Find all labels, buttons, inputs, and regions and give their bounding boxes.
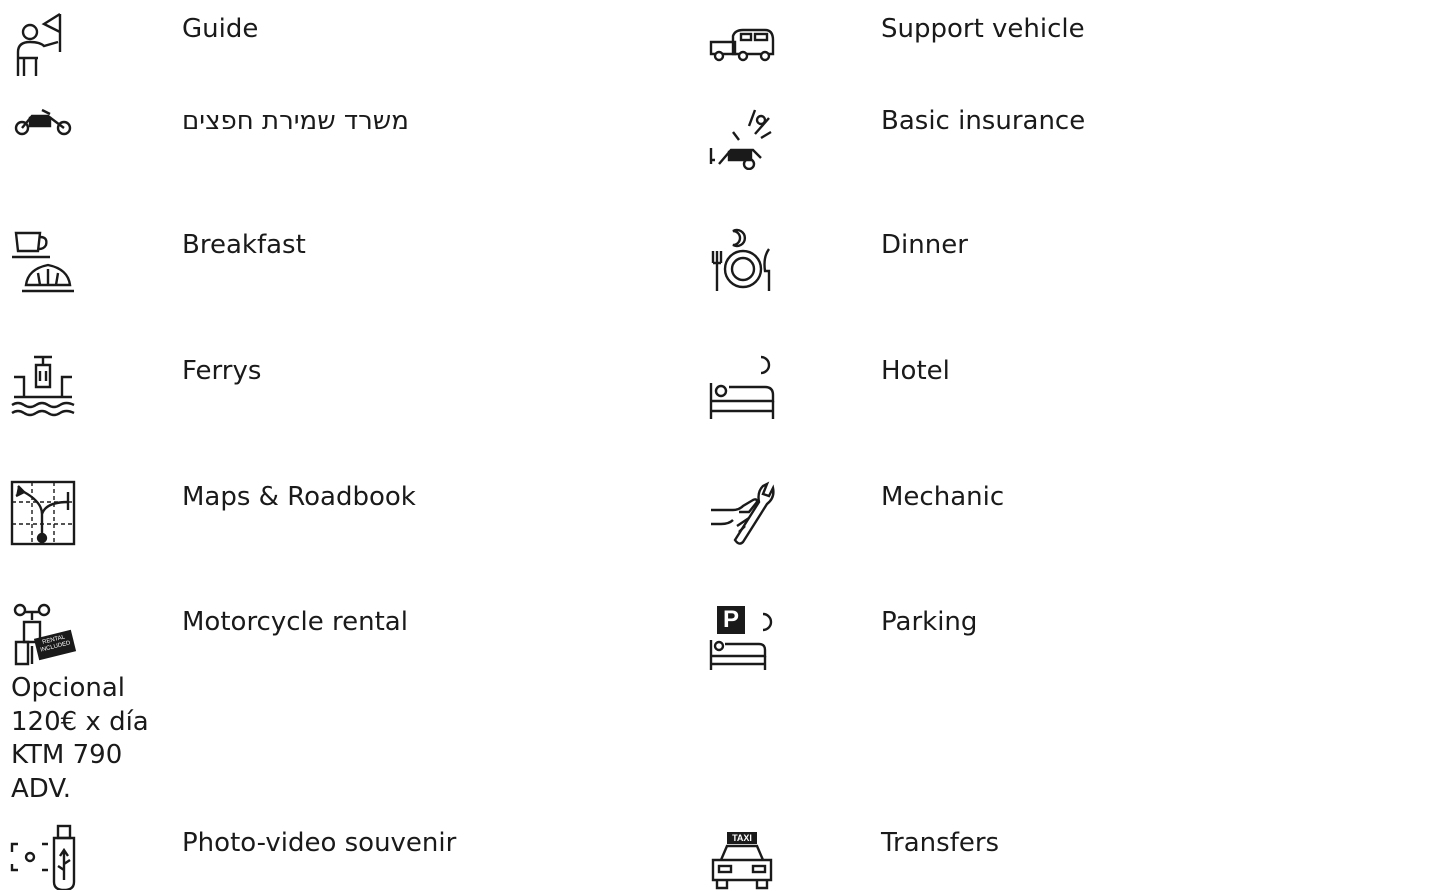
photo-video-label: Photo-video souvenir	[182, 828, 457, 858]
maps-label: Maps & Roadbook	[182, 482, 416, 512]
usb-camera-icon	[10, 824, 76, 890]
parking-label: Parking	[881, 607, 978, 637]
motorcycle-crash-icon	[709, 104, 775, 170]
breakfast-label: Breakfast	[182, 230, 306, 260]
motorcycle-rental-label: Motorcycle rental	[182, 607, 408, 637]
guide-flag-icon	[10, 12, 76, 78]
motorcycle-rental-icon: RENTAL INCLUDED	[10, 602, 77, 668]
transfers-label: Transfers	[881, 828, 1000, 858]
mechanic-label: Mechanic	[881, 482, 1005, 512]
support-vehicle-label: Support vehicle	[881, 14, 1085, 44]
dinner-label: Dinner	[881, 230, 968, 260]
ferrys-label: Ferrys	[182, 356, 262, 386]
guide-label: Guide	[182, 14, 259, 44]
hotel-label: Hotel	[881, 356, 950, 386]
taxi-icon: TAXI	[709, 826, 775, 892]
bed-moon-icon	[709, 353, 775, 419]
insurance-label: Basic insurance	[881, 106, 1086, 136]
support-vehicle-icon	[709, 12, 775, 78]
coffee-croissant-icon	[10, 229, 76, 295]
wrench-hand-icon	[709, 480, 775, 546]
motorcycle-rental-note: Opcional 120€ x día KTM 790 ADV.	[11, 673, 149, 804]
roadbook-map-icon	[10, 480, 76, 546]
plate-cutlery-moon-icon	[709, 227, 775, 293]
storage-label: משרד שמירת חפצים	[182, 106, 409, 136]
parking-sign: P	[722, 606, 739, 633]
ferry-motorcycle-icon	[10, 353, 76, 419]
parking-bed-moon-icon: P	[709, 604, 775, 670]
taxi-sign: TAXI	[732, 833, 752, 843]
motorcycle-storage-icon	[10, 96, 76, 162]
